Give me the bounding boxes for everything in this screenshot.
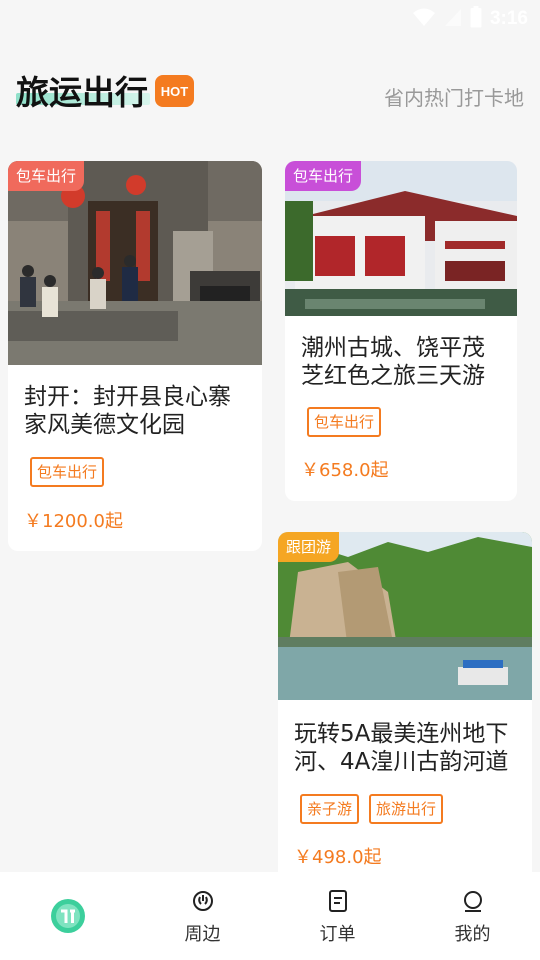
trip-tags: 亲子游 旅游出行 bbox=[300, 794, 444, 824]
status-time: 3:16 bbox=[489, 8, 528, 29]
section-subtitle: 省内热门打卡地 bbox=[384, 86, 524, 110]
tab-orders[interactable]: 订单 bbox=[270, 872, 405, 960]
trip-card[interactable]: 跟团游 玩转5A最美连州地下河、4A湟川古韵河道 亲子游 旅游出行 ￥498.0… bbox=[278, 532, 532, 872]
status-bar: 3:16 bbox=[0, 0, 540, 36]
tab-label: 订单 bbox=[319, 924, 356, 945]
trip-price: ￥1200.0起 bbox=[24, 511, 123, 532]
trip-tag: 包车出行 bbox=[307, 407, 382, 437]
wifi-icon bbox=[412, 7, 436, 31]
trip-type-tag: 跟团游 bbox=[278, 532, 340, 562]
section-header: 旅运出行 HOT 省内热门打卡地 bbox=[0, 60, 540, 120]
trip-title: 封开：封开县良心寨家风美德文化园 bbox=[24, 384, 231, 438]
section-title: 旅运出行 bbox=[16, 73, 148, 112]
trip-tag: 包车出行 bbox=[30, 457, 105, 487]
signal-icon bbox=[444, 7, 462, 31]
trip-price: ￥658.0起 bbox=[301, 460, 389, 481]
trip-tag: 亲子游 bbox=[300, 794, 360, 824]
order-icon bbox=[328, 888, 347, 914]
section-title-wrap: 旅运出行 bbox=[16, 66, 150, 114]
tab-nearby[interactable]: 周边 bbox=[135, 872, 270, 960]
trip-title: 潮州古城、饶平茂芝红色之旅三天游 bbox=[301, 335, 485, 389]
trip-card[interactable]: 包车出行 潮州古城、饶平茂芝红色之旅三天游 包车出行 ￥658.0起 bbox=[285, 161, 517, 501]
home-logo-icon bbox=[50, 898, 86, 934]
profile-icon bbox=[462, 888, 484, 914]
hot-badge: HOT bbox=[155, 75, 194, 107]
trip-type-tag: 包车出行 bbox=[285, 161, 362, 191]
trip-card-image bbox=[8, 161, 262, 365]
nearby-icon bbox=[192, 888, 214, 914]
trip-tag: 旅游出行 bbox=[369, 794, 444, 824]
tab-profile[interactable]: 我的 bbox=[405, 872, 540, 960]
trip-tags: 包车出行 bbox=[307, 407, 382, 437]
trip-card[interactable]: 包车出行 封开：封开县良心寨家风美德文化园 包车出行 ￥1200.0起 bbox=[8, 161, 262, 551]
tab-label: 我的 bbox=[454, 924, 491, 945]
trip-title: 玩转5A最美连州地下河、4A湟川古韵河道 bbox=[294, 721, 509, 775]
tab-label: 周边 bbox=[184, 924, 221, 945]
trip-price: ￥498.0起 bbox=[294, 847, 382, 868]
status-icons: 3:16 bbox=[412, 6, 528, 32]
trip-type-tag: 包车出行 bbox=[8, 161, 85, 191]
bottom-tab-bar: 周边 订单 我的 bbox=[0, 872, 540, 960]
tab-home[interactable] bbox=[0, 872, 135, 960]
trip-tags: 包车出行 bbox=[30, 457, 105, 487]
battery-icon bbox=[470, 6, 482, 32]
